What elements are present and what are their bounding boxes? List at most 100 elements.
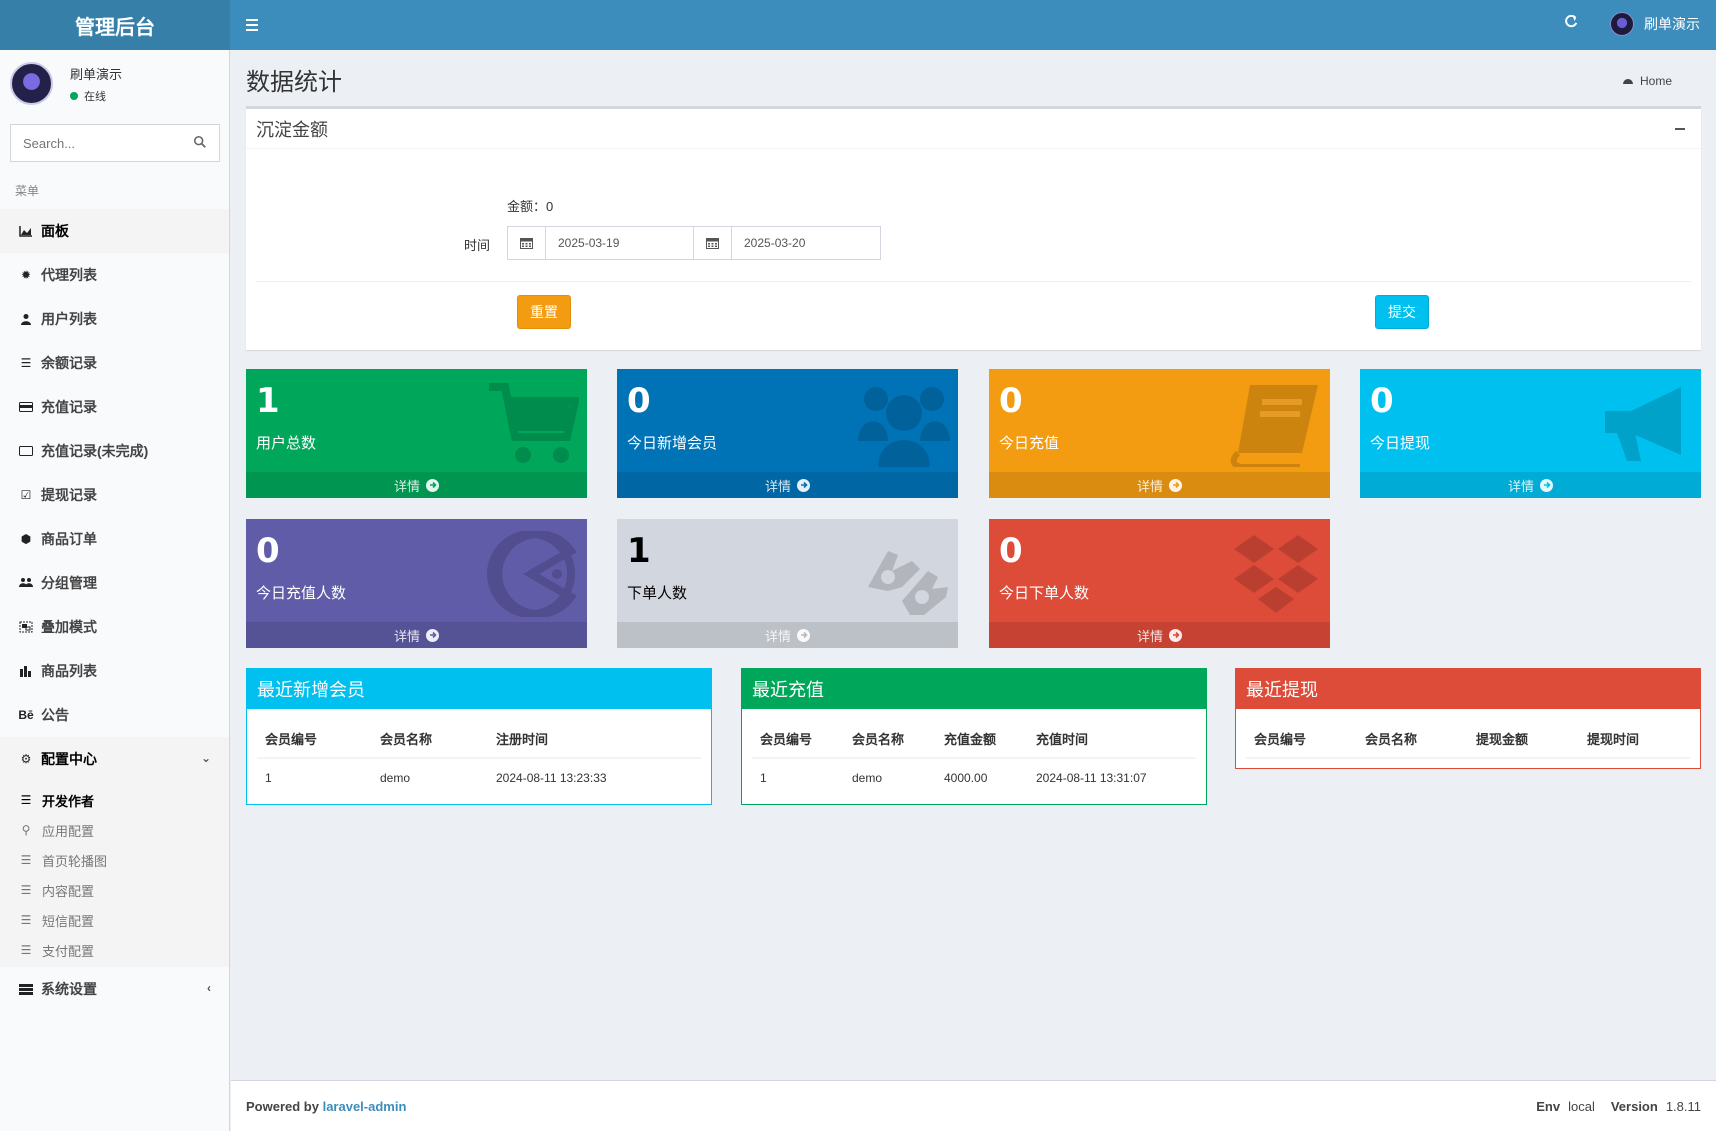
pacman-icon — [487, 531, 577, 617]
sidebar-item-recharge[interactable]: 充值记录 — [0, 385, 229, 429]
recent-recharge-title: 最近充值 — [742, 669, 1206, 709]
collapse-icon[interactable] — [1675, 128, 1685, 130]
stat-details-link[interactable]: 详情 — [246, 472, 587, 498]
user-icon — [17, 312, 35, 326]
start-date-input[interactable] — [546, 227, 694, 259]
stat-details-link[interactable]: 详情 — [1360, 472, 1701, 498]
column-header: 充值时间 — [1028, 719, 1196, 759]
amount-field: 金额：0 — [507, 196, 553, 215]
app-logo[interactable]: 管理后台 — [0, 0, 230, 50]
sidebar-item-stack-mode[interactable]: 叠加模式 — [0, 605, 229, 649]
bar-chart-icon — [17, 664, 35, 678]
recent-recharge-box: 最近充值 会员编号 会员名称 充值金额 充值时间 1 demo 4000.00 … — [741, 668, 1207, 805]
bars-icon: ☰ — [20, 853, 32, 867]
sidebar-subitem-developer[interactable]: ☰ 开发作者 — [0, 785, 229, 815]
sidebar: 刷单演示 在线 菜单 面板 ✹ 代理列表 用户列表 ☰ 余额记录 充值记录 — [0, 50, 230, 1131]
sidebar-item-products[interactable]: 商品列表 — [0, 649, 229, 693]
stat-details-link[interactable]: 详情 — [989, 472, 1330, 498]
end-date-input[interactable] — [732, 227, 880, 259]
sidebar-subitem-payment-config[interactable]: ☰ 支付配置 — [0, 935, 229, 965]
arrow-circle-right-icon — [426, 478, 439, 492]
menu-header: 菜单 — [15, 184, 40, 198]
stat-details-link[interactable]: 详情 — [617, 472, 958, 498]
server-icon — [17, 982, 35, 996]
list-icon: ☰ — [20, 356, 32, 370]
sidebar-item-agents[interactable]: ✹ 代理列表 — [0, 253, 229, 297]
search-input[interactable] — [11, 125, 181, 161]
stat-details-link[interactable]: 详情 — [989, 622, 1330, 648]
header-user-name: 刷单演示 — [1644, 16, 1700, 32]
arrow-circle-right-icon — [426, 628, 439, 642]
sidebar-item-recharge-pending[interactable]: 充值记录(未完成) — [0, 429, 229, 473]
credit-card-icon — [17, 400, 35, 414]
book-icon — [1230, 385, 1318, 467]
column-header: 注册时间 — [488, 719, 701, 759]
users-icon — [17, 576, 35, 590]
sign-language-icon — [868, 551, 948, 615]
sidebar-item-users[interactable]: 用户列表 — [0, 297, 229, 341]
behance-icon: Bē — [18, 708, 34, 722]
bars-icon: ☰ — [20, 913, 32, 927]
submit-button[interactable]: 提交 — [1375, 295, 1429, 329]
status-dot-icon — [70, 92, 78, 100]
column-header: 会员编号 — [1246, 719, 1357, 759]
sidebar-toggle-button[interactable] — [240, 13, 264, 37]
gear-icon: ✹ — [20, 268, 32, 282]
bars-icon: ☰ — [20, 793, 32, 807]
cube-icon: ⬢ — [20, 532, 32, 546]
sidebar-subitem-app-config[interactable]: ⚲ 应用配置 — [0, 815, 229, 845]
table-row: 1 demo 4000.00 2024-08-11 13:31:07 — [760, 770, 1147, 785]
sidebar-subitem-carousel[interactable]: ☰ 首页轮播图 — [0, 845, 229, 875]
sidebar-subitem-sms-config[interactable]: ☰ 短信配置 — [0, 905, 229, 935]
stat-value: 0 — [1370, 381, 1394, 421]
table-row: 1 demo 2024-08-11 13:23:33 — [265, 770, 607, 785]
chevron-left-icon: ‹ — [207, 981, 211, 995]
status-text: 在线 — [84, 91, 106, 103]
stat-order-users-today: 0 今日下单人数 详情 — [989, 519, 1330, 648]
user-panel: 刷单演示 在线 — [10, 60, 220, 110]
stat-value: 0 — [999, 531, 1023, 571]
sidebar-item-balance[interactable]: ☰ 余额记录 — [0, 341, 229, 385]
breadcrumb: Home — [1622, 74, 1672, 88]
sidebar-item-groups[interactable]: 分组管理 — [0, 561, 229, 605]
sidebar-item-system-settings[interactable]: 系统设置 ‹ — [0, 967, 229, 1011]
arrow-circle-right-icon — [797, 628, 810, 642]
refresh-icon[interactable] — [1564, 14, 1578, 34]
time-label: 时间 — [464, 238, 491, 253]
sidebar-item-config-center[interactable]: ⚙ 配置中心 ⌄ — [0, 737, 229, 781]
users-icon — [858, 387, 950, 467]
user-menu[interactable]: 刷单演示 — [1610, 12, 1700, 36]
column-header: 提现金额 — [1468, 719, 1579, 759]
avatar — [10, 62, 53, 105]
card-outline-icon — [17, 444, 35, 458]
sidebar-item-dashboard[interactable]: 面板 — [0, 209, 229, 253]
dashboard-icon — [1622, 74, 1634, 88]
arrow-circle-right-icon — [797, 478, 810, 492]
stat-label: 今日下单人数 — [999, 585, 1090, 602]
arrow-circle-right-icon — [1169, 628, 1182, 642]
sidebar-item-orders[interactable]: ⬢ 商品订单 — [0, 517, 229, 561]
stat-recharge-today: 0 今日充值 详情 — [989, 369, 1330, 498]
powered-by: Powered by laravel-admin — [246, 1099, 407, 1114]
sidebar-item-withdraw[interactable]: ☑ 提现记录 — [0, 473, 229, 517]
search-icon[interactable] — [193, 135, 207, 149]
breadcrumb-home-link[interactable]: Home — [1640, 74, 1672, 88]
laravel-admin-link[interactable]: laravel-admin — [323, 1099, 407, 1114]
sidebar-subitem-content-config[interactable]: ☰ 内容配置 — [0, 875, 229, 905]
recent-withdraw-box: 最近提现 会员编号 会员名称 提现金额 提现时间 — [1235, 668, 1701, 769]
stat-recharge-users-today: 0 今日充值人数 详情 — [246, 519, 587, 648]
stat-value: 0 — [627, 381, 651, 421]
link-icon: ⚲ — [21, 823, 31, 837]
stat-value: 0 — [999, 381, 1023, 421]
stat-details-link[interactable]: 详情 — [246, 622, 587, 648]
sidebar-item-notice[interactable]: Bē 公告 — [0, 693, 229, 737]
arrow-circle-right-icon — [1540, 478, 1553, 492]
user-status: 在线 — [70, 88, 106, 104]
stat-label: 用户总数 — [256, 435, 317, 452]
column-header: 会员编号 — [257, 719, 372, 759]
sidebar-search — [10, 124, 220, 162]
reset-button[interactable]: 重置 — [517, 295, 571, 329]
bars-icon: ☰ — [20, 943, 32, 957]
arrow-circle-right-icon — [1169, 478, 1182, 492]
stat-details-link[interactable]: 详情 — [617, 622, 958, 648]
